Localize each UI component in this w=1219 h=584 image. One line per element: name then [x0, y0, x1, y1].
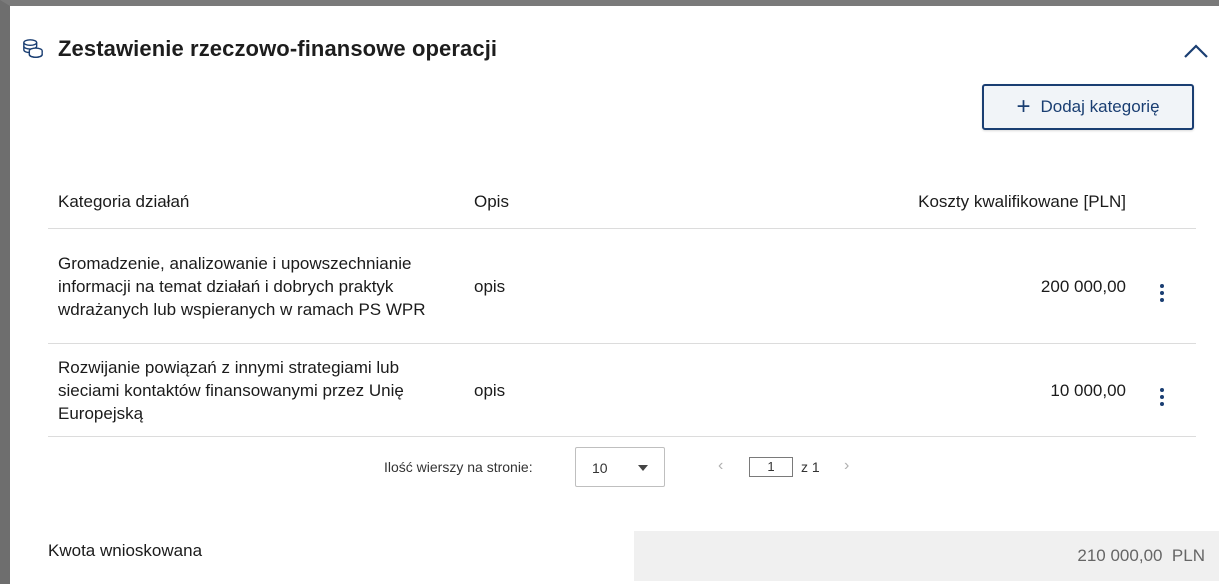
page-total-label: z 1: [801, 459, 820, 475]
row-description: opis: [464, 228, 784, 344]
column-header-category: Kategoria działań: [58, 192, 190, 211]
requested-amount-value: 210 000,00 PLN: [634, 531, 1219, 581]
row-description: opis: [464, 343, 784, 437]
table-row: Gromadzenie, analizowanie i upowszechnia…: [48, 228, 1196, 344]
row-actions-cell: [1128, 228, 1196, 344]
column-header-cost: Koszty kwalifikowane [PLN]: [918, 192, 1126, 211]
row-cost: 10 000,00: [784, 343, 1128, 437]
section-panel: Zestawienie rzeczowo-finansowe operacji …: [10, 6, 1219, 584]
chevron-up-icon[interactable]: [1181, 36, 1211, 66]
add-category-label: Dodaj kategorię: [1040, 97, 1160, 116]
plus-icon: +: [1016, 93, 1031, 120]
caret-down-icon: [638, 465, 648, 471]
database-stack-icon: [23, 39, 43, 58]
add-category-button[interactable]: + Dodaj kategorię: [982, 84, 1194, 130]
column-header-actions: [1128, 176, 1196, 229]
requested-amount-label: Kwota wnioskowana: [48, 541, 203, 560]
rows-per-page-value: 10: [592, 460, 608, 476]
pagination: Ilość wierszy na stronie: 10 ‹ 1 z 1 ›: [10, 447, 1219, 487]
requested-amount-text: 210 000,00 PLN: [1077, 546, 1205, 565]
column-header-description: Opis: [474, 192, 509, 211]
table-header-row: Kategoria działań Opis Koszty kwalifikow…: [48, 176, 1196, 229]
more-vertical-icon[interactable]: [1160, 283, 1164, 302]
table-row: Rozwijanie powiązań z innymi strategiami…: [48, 343, 1196, 437]
row-cost: 200 000,00: [784, 228, 1128, 344]
rows-per-page-select[interactable]: 10: [575, 447, 665, 487]
section-header: Zestawienie rzeczowo-finansowe operacji: [22, 36, 497, 62]
section-title: Zestawienie rzeczowo-finansowe operacji: [58, 36, 498, 61]
page-number-input[interactable]: 1: [749, 457, 793, 477]
chevron-left-icon[interactable]: ‹: [718, 457, 723, 475]
chevron-right-icon[interactable]: ›: [844, 457, 849, 475]
row-actions-cell: [1128, 343, 1196, 437]
row-category: Gromadzenie, analizowanie i upowszechnia…: [48, 228, 464, 344]
cost-table: Kategoria działań Opis Koszty kwalifikow…: [48, 176, 1196, 437]
row-category: Rozwijanie powiązań z innymi strategiami…: [48, 343, 464, 437]
rows-per-page-label: Ilość wierszy na stronie:: [384, 459, 533, 475]
more-vertical-icon[interactable]: [1160, 387, 1164, 406]
